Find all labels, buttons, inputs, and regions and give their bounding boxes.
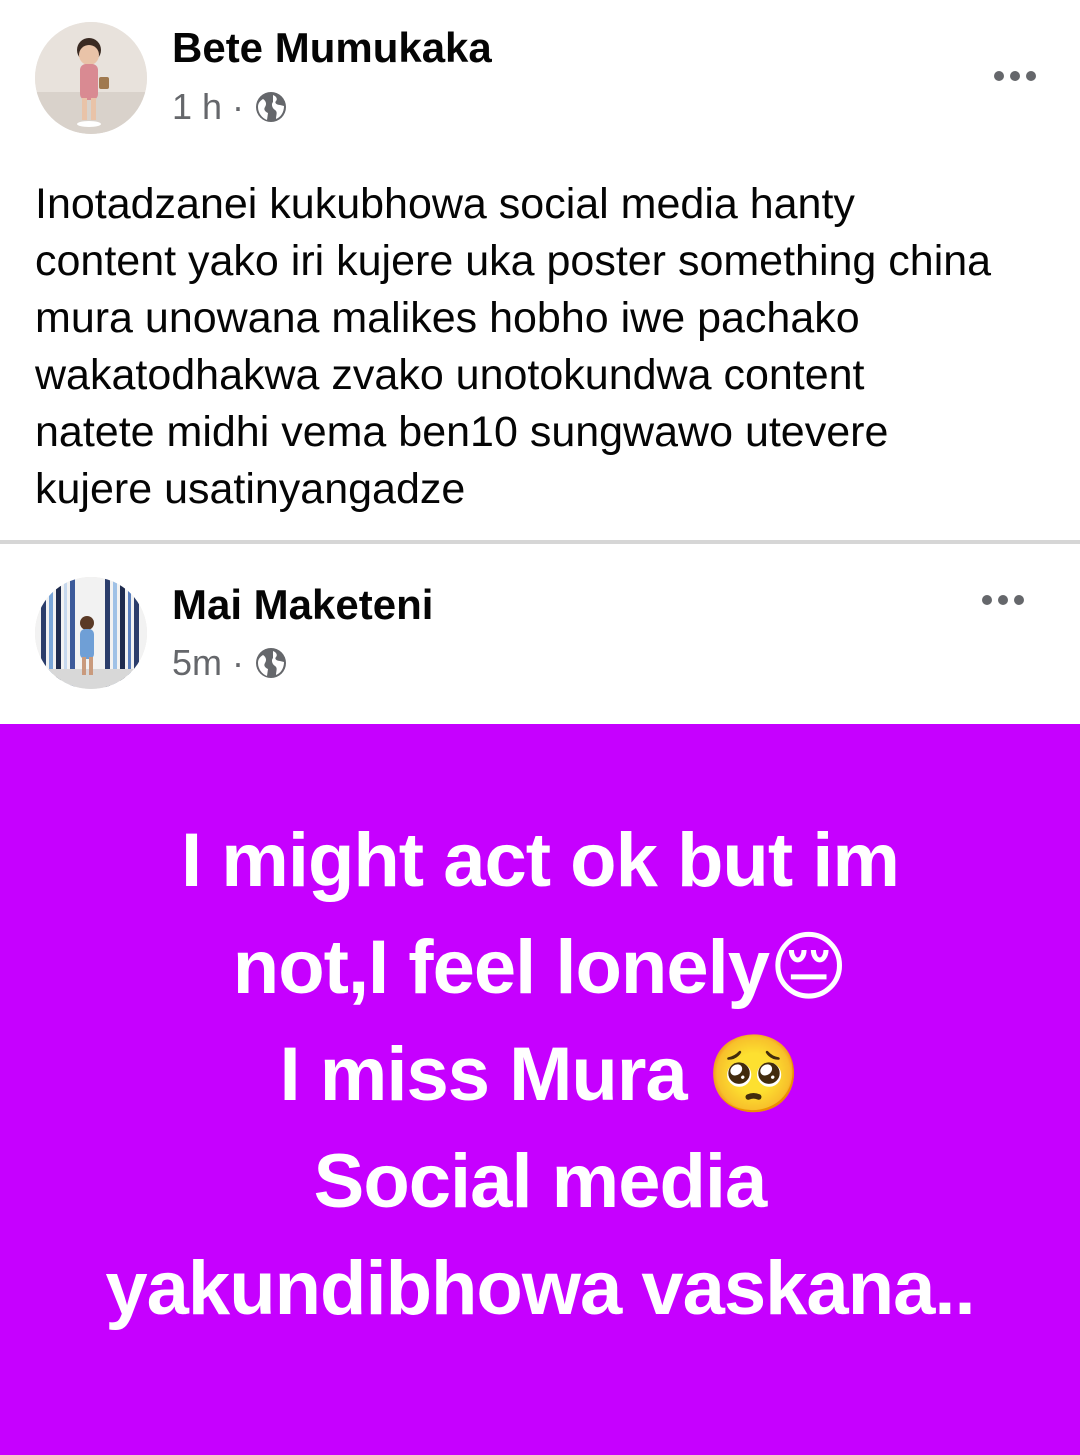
author-name[interactable]: Bete Mumukaka (172, 24, 492, 72)
post-time[interactable]: 5m (172, 642, 222, 684)
avatar-photo (35, 577, 147, 689)
author-avatar[interactable] (35, 22, 147, 134)
more-options-icon[interactable] (982, 595, 1024, 605)
globe-icon[interactable] (254, 646, 288, 680)
more-options-icon[interactable] (994, 71, 1036, 81)
globe-icon[interactable] (254, 90, 288, 124)
post-meta: 1 h · (172, 86, 288, 128)
author-avatar[interactable] (35, 577, 147, 689)
post-time[interactable]: 1 h (172, 86, 222, 128)
author-name[interactable]: Mai Maketeni (172, 581, 433, 629)
meta-separator: · (232, 642, 245, 683)
post-text: I might act ok but im not,I feel lonely😔… (105, 818, 975, 1331)
post-mai-maketeni: Mai Maketeni 5m · I might act ok but im … (0, 544, 1080, 1455)
post-meta: 5m · (172, 642, 288, 684)
post-text: Inotadzanei kukubhowa social media hanty… (35, 180, 992, 513)
post-bete-mumukaka: Bete Mumukaka 1 h · Inotadzanei kukubhow… (0, 0, 1080, 540)
colored-background-post[interactable]: I might act ok but im not,I feel lonely😔… (0, 724, 1080, 1455)
meta-separator: · (232, 86, 245, 127)
avatar-photo (35, 22, 147, 134)
